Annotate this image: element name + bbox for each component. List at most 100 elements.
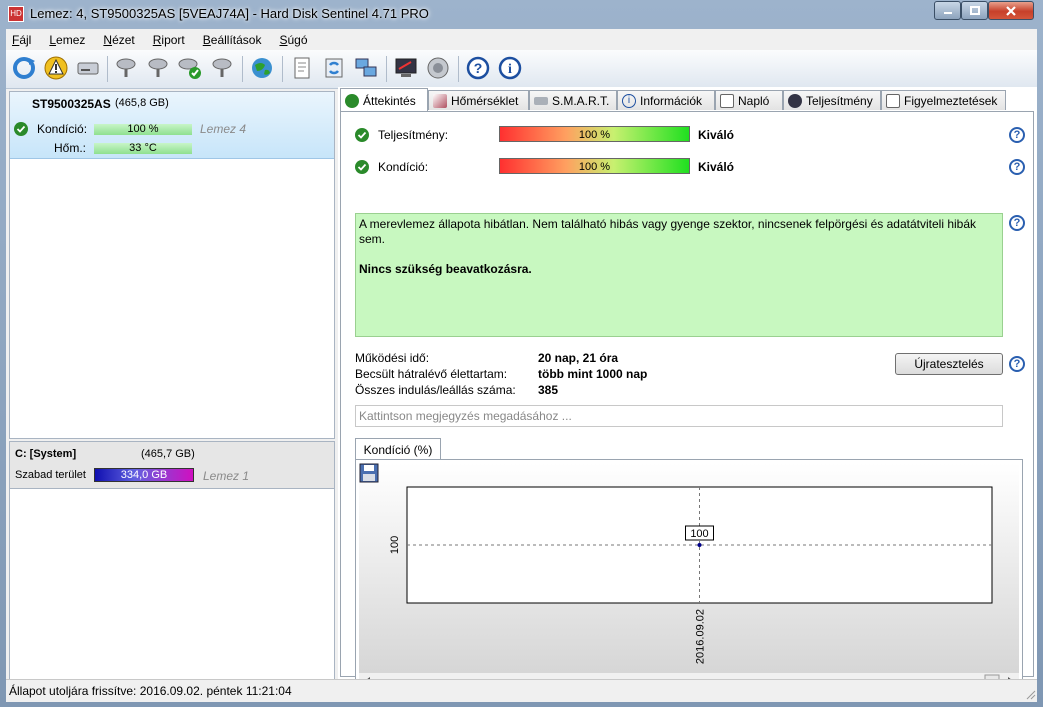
- info-icon: i: [622, 93, 636, 108]
- condition-label: Kondíció:: [378, 160, 429, 174]
- probe-icon: [148, 58, 168, 77]
- close-icon: [1006, 5, 1016, 16]
- disk-list: ST9500325AS (465,8 GB) Kondíció: 100 % L…: [9, 91, 335, 439]
- svg-text:i: i: [508, 62, 512, 77]
- sync-icon: [325, 58, 343, 78]
- condition-chart: 100 2016.09.02 100: [359, 463, 993, 664]
- menu-report[interactable]: Riport: [153, 33, 185, 47]
- partition-name: C: [System]: [15, 448, 77, 460]
- y-tick-label: 100: [389, 536, 401, 554]
- svg-text:?: ?: [474, 60, 483, 76]
- condition-bar: 100 %: [94, 124, 192, 135]
- info-button[interactable]: i: [496, 54, 524, 82]
- sync-button[interactable]: [320, 54, 348, 82]
- document-icon: [886, 93, 900, 108]
- app-icon[interactable]: HD: [8, 6, 24, 22]
- uptime-label: Működési idő:: [355, 351, 430, 365]
- performance-label: Teljesítmény:: [378, 128, 449, 142]
- start-count-label: Összes indulás/leállás száma:: [355, 383, 516, 397]
- chart-tab-condition[interactable]: Kondíció (%): [355, 438, 441, 460]
- window-title: Lemez: 4, ST9500325AS [5VEAJ74A] - Hard …: [30, 6, 429, 21]
- menu-file[interactable]: Fájl: [12, 33, 31, 47]
- refresh-icon: [13, 57, 35, 79]
- help-icon[interactable]: ?: [1009, 356, 1025, 372]
- menu-help[interactable]: Súgó: [279, 33, 307, 47]
- menu-disk[interactable]: Lemez: [49, 33, 85, 47]
- web-button[interactable]: [248, 54, 276, 82]
- menu-settings[interactable]: Beállítások: [203, 33, 262, 47]
- overview-panel: Teljesítmény: 100 % Kiváló ? Kondíció: 1…: [340, 111, 1034, 691]
- chart-frame: 100 2016.09.02 100: [355, 459, 1023, 691]
- performance-ok-icon: [355, 128, 369, 142]
- tab-overview[interactable]: Áttekintés: [340, 88, 428, 112]
- status-bar: Állapot utoljára frissítve: 2016.09.02. …: [6, 679, 1037, 702]
- network-icon: [355, 58, 377, 77]
- thermometer-icon: [433, 93, 447, 108]
- tab-information[interactable]: i Információk: [617, 90, 715, 110]
- details-panel: Áttekintés Hőmérséklet S.M.A.R.T. i Info…: [338, 87, 1037, 691]
- free-space-label: Szabad terület: [15, 469, 86, 481]
- probe-ok-button[interactable]: [176, 54, 204, 82]
- title-bar[interactable]: HD Lemez: 4, ST9500325AS [5VEAJ74A] - Ha…: [0, 0, 1043, 28]
- partition-list-empty: [9, 488, 335, 680]
- tab-label: Hőmérséklet: [451, 93, 519, 108]
- status-text-box: A merevlemez állapota hibátlan. Nem talá…: [355, 213, 1003, 337]
- performance-rating: Kiváló: [698, 128, 735, 142]
- document-icon: [720, 93, 734, 108]
- monitor-button[interactable]: [392, 54, 420, 82]
- minimize-button[interactable]: [934, 1, 961, 20]
- probe-button-3[interactable]: [208, 54, 236, 82]
- disk-reference: Lemez 4: [200, 122, 247, 136]
- network-button[interactable]: [352, 54, 380, 82]
- tab-smart[interactable]: S.M.A.R.T.: [529, 90, 617, 110]
- help-button[interactable]: ?: [464, 54, 492, 82]
- condition-label: Kondíció:: [37, 122, 88, 136]
- drive-icon: [77, 62, 99, 75]
- tab-label: S.M.A.R.T.: [552, 93, 610, 108]
- probe-button-2[interactable]: [144, 54, 172, 82]
- condition-rating: Kiváló: [698, 160, 735, 174]
- tab-label: Információk: [640, 93, 703, 108]
- close-button[interactable]: [988, 1, 1034, 20]
- speaker-icon: [427, 57, 449, 79]
- performance-bar: 100 %: [499, 126, 690, 142]
- temperature-bar: 33 °C: [94, 143, 192, 154]
- alert-button[interactable]: [42, 54, 70, 82]
- tab-temperature[interactable]: Hőmérséklet: [428, 90, 529, 110]
- help-icon[interactable]: ?: [1009, 127, 1025, 143]
- note-input[interactable]: Kattintson megjegyzés megadásához ...: [355, 405, 1003, 427]
- condition-ok-icon: [14, 122, 28, 136]
- tab-performance[interactable]: Teljesítmény: [783, 90, 881, 110]
- menu-view[interactable]: Nézet: [103, 33, 134, 47]
- report-button[interactable]: [288, 54, 316, 82]
- maximize-button[interactable]: [961, 1, 988, 20]
- data-label: 100: [690, 528, 708, 540]
- retest-button[interactable]: Újratesztelés: [895, 353, 1003, 375]
- help-icon[interactable]: ?: [1009, 215, 1025, 231]
- start-count-value: 385: [538, 383, 559, 397]
- document-icon: [294, 57, 310, 79]
- probe-button-1[interactable]: [112, 54, 140, 82]
- tab-alerts[interactable]: Figyelmeztetések: [881, 90, 1006, 110]
- partition-entry[interactable]: C: [System] (465,7 GB) Szabad terület 33…: [9, 441, 335, 489]
- disk-entry[interactable]: ST9500325AS (465,8 GB) Kondíció: 100 % L…: [10, 92, 334, 159]
- tab-log[interactable]: Napló: [715, 90, 783, 110]
- tab-label: Teljesítmény: [806, 93, 873, 108]
- probe-icon: [116, 58, 136, 77]
- disk-button[interactable]: [74, 54, 102, 82]
- free-space-bar: 334,0 GB: [94, 468, 194, 482]
- help-icon[interactable]: ?: [1009, 159, 1025, 175]
- client-area: Fájl Lemez Nézet Riport Beállítások Súgó: [6, 29, 1037, 702]
- sound-button[interactable]: [424, 54, 452, 82]
- resize-grip-icon[interactable]: [1024, 688, 1036, 700]
- condition-ok-icon: [355, 160, 369, 174]
- condition-bar: 100 %: [499, 158, 690, 174]
- refresh-button[interactable]: [10, 54, 38, 82]
- last-update-text: Állapot utoljára frissítve: 2016.09.02. …: [9, 684, 292, 698]
- minimize-icon: [943, 11, 952, 14]
- help-icon: ?: [466, 56, 490, 80]
- save-chart-icon[interactable]: [359, 463, 379, 483]
- chart-area: 100 2016.09.02 100: [359, 463, 1019, 673]
- gauge-icon: [788, 93, 802, 108]
- drive-icon: [534, 96, 548, 105]
